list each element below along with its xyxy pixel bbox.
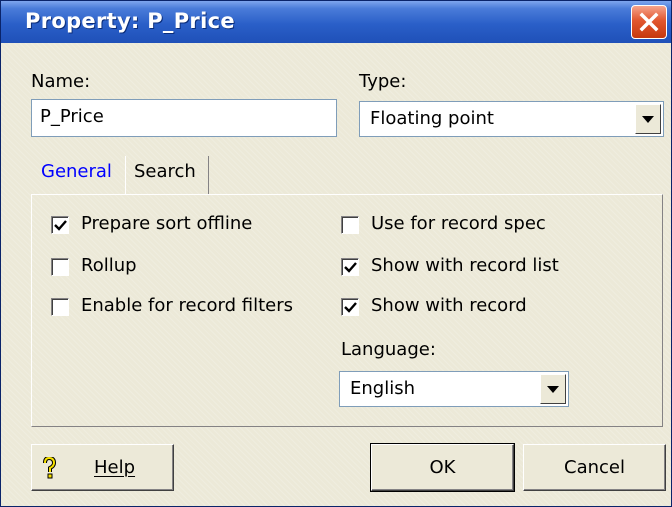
checkbox-label: Show with record	[371, 295, 527, 316]
checkbox-use-record-spec[interactable]: Use for record spec	[341, 213, 581, 240]
chevron-down-icon	[547, 386, 559, 393]
checkbox-label: Use for record spec	[371, 213, 546, 234]
tab-search[interactable]: Search	[134, 161, 196, 182]
tab-divider	[125, 156, 126, 194]
close-button[interactable]	[631, 5, 667, 39]
checkbox-show-record-list[interactable]: Show with record list	[341, 255, 581, 282]
check-icon	[344, 262, 357, 273]
checkbox[interactable]	[341, 258, 359, 276]
tab-divider	[208, 156, 209, 194]
help-button[interactable]: Help	[31, 444, 174, 491]
language-select[interactable]: English	[339, 371, 569, 407]
property-dialog: Property: P_Price Name: P_Price Type: Fl…	[0, 0, 672, 507]
type-label: Type:	[359, 71, 407, 92]
checkbox[interactable]	[341, 216, 359, 234]
checkbox-label: Prepare sort offline	[81, 213, 253, 234]
type-dropdown-button[interactable]	[635, 104, 661, 134]
checkbox[interactable]	[51, 216, 69, 234]
checkbox-label: Rollup	[81, 255, 137, 276]
checkbox[interactable]	[341, 298, 359, 316]
close-icon	[639, 12, 659, 32]
checkbox[interactable]	[51, 298, 69, 316]
cancel-button-label: Cancel	[564, 457, 625, 478]
checkbox-prepare-sort-offline[interactable]: Prepare sort offline	[51, 213, 291, 240]
checkbox[interactable]	[51, 258, 69, 276]
tab-general[interactable]: General	[41, 161, 112, 182]
cancel-button[interactable]: Cancel	[523, 444, 666, 491]
language-label: Language:	[341, 339, 436, 360]
window-title: Property: P_Price	[25, 9, 235, 33]
name-input[interactable]: P_Price	[31, 99, 337, 137]
type-select[interactable]: Floating point	[359, 101, 664, 137]
type-select-value: Floating point	[370, 108, 494, 129]
ok-button[interactable]: OK	[370, 443, 515, 492]
chevron-down-icon	[642, 116, 654, 123]
check-icon	[344, 302, 357, 313]
checkbox-label: Enable for record filters	[81, 295, 293, 316]
checkbox-enable-record-filters[interactable]: Enable for record filters	[51, 295, 321, 322]
help-button-label: Help	[94, 457, 136, 478]
check-icon	[54, 220, 67, 231]
checkbox-show-record[interactable]: Show with record	[341, 295, 581, 322]
title-bar[interactable]: Property: P_Price	[1, 1, 671, 43]
name-label: Name:	[31, 71, 91, 92]
checkbox-rollup[interactable]: Rollup	[51, 255, 291, 282]
language-select-value: English	[350, 378, 415, 399]
checkbox-label: Show with record list	[371, 255, 559, 276]
language-dropdown-button[interactable]	[540, 374, 566, 404]
ok-button-label: OK	[429, 457, 456, 478]
